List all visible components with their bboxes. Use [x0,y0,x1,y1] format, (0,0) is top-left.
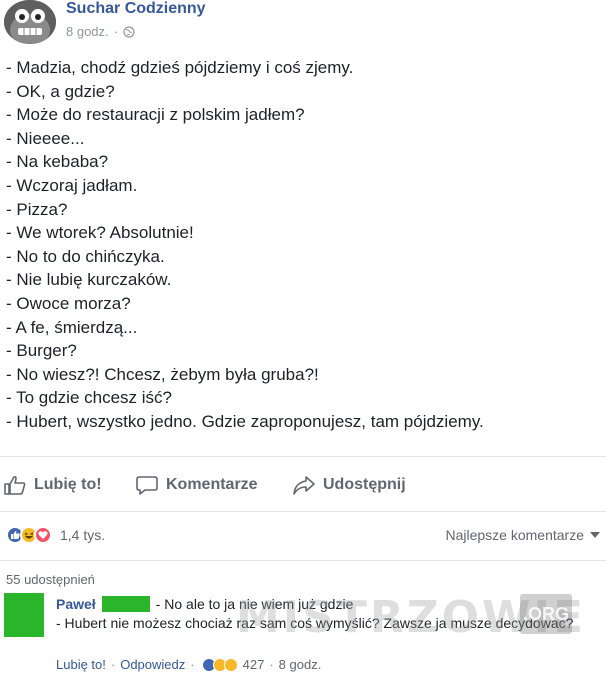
footer-separator: · [269,657,274,672]
post-line: - Wczoraj jadłam. [6,175,138,195]
post-line: - No to do chińczyka. [6,246,165,266]
post-line: - Hubert, wszystko jedno. Gdzie zapropon… [6,411,484,431]
comment-like-link[interactable]: Lubię to! [56,657,106,672]
share-count[interactable]: 55 udostępnień [6,572,95,587]
share-button[interactable]: Udostępnij [293,468,406,502]
speech-bubble-icon [136,476,158,495]
share-arrow-icon [293,476,315,495]
post-line: - OK, a gdzie? [6,81,115,101]
post-line: - To gdzie chcesz iść? [6,388,172,408]
share-label: Udostępnij [323,476,406,493]
comment-timestamp[interactable]: 8 godz. [279,657,322,672]
divider [0,511,606,512]
post-line: - Pizza? [6,199,68,219]
commenter-avatar[interactable] [4,593,44,637]
post-line: - No wiesz?! Chcesz, żebym była gruba?! [6,364,319,384]
comment-label: Komentarze [166,476,258,493]
post-timestamp[interactable]: 8 godz. [66,24,109,39]
post-line: - Burger? [6,341,77,361]
divider [0,456,606,457]
comment-reaction-icons[interactable] [201,657,238,672]
love-reaction-icon [34,526,52,544]
watermark-badge: .ORG [520,594,572,634]
sort-label: Najlepsze komentarze [445,527,584,543]
page-name-link[interactable]: Suchar Codzienny [66,0,206,18]
post-line: - A fe, śmierdzą... [6,317,138,337]
comment-reply-link[interactable]: Odpowiedz [120,657,185,672]
footer-separator: · [190,657,195,672]
post-header: Suchar Codzienny 8 godz. · [4,0,206,48]
post-text: - Madzia, chodź gdzieś pójdziemy i coś z… [6,56,484,434]
comment-author[interactable]: Paweł [56,596,96,612]
thumbs-up-icon [4,475,26,495]
comment-sort-dropdown[interactable]: Najlepsze komentarze [445,527,600,543]
post-line: - Na kebaba? [6,152,109,172]
comment-reaction-count: 427 [242,657,265,672]
post-actions: Lubię to! Komentarze Udostępnij [0,468,606,502]
sad-reaction-icon [223,657,238,672]
post-line: - Nieeee... [6,128,85,148]
redacted-surname [101,596,150,612]
reactions-row: 1,4 tys. Najlepsze komentarze [6,524,600,546]
like-label: Lubię to! [34,476,102,493]
divider [0,560,606,561]
footer-separator: · [110,657,116,672]
post-line: - Nie lubię kurczaków. [6,270,172,290]
post-line: - We wtorek? Absolutnie! [6,223,194,243]
globe-icon [123,25,135,38]
reaction-icons[interactable] [6,526,52,544]
caret-down-icon [590,532,600,538]
post-line: - Może do restauracji z polskim jadłem? [6,105,305,125]
post-line: - Owoce morza? [6,293,131,313]
post-line: - Madzia, chodź gdzieś pójdziemy i coś z… [6,58,354,77]
avatar-mascot-icon [4,0,56,44]
facebook-post: Suchar Codzienny 8 godz. · - Madzia, cho… [0,0,606,683]
comment-footer: Lubię to! · Odpowiedz · 427 · 8 godz. [56,657,321,672]
reaction-count[interactable]: 1,4 tys. [60,527,105,543]
meta-separator: · [113,24,118,39]
comment-button[interactable]: Komentarze [136,468,258,502]
page-avatar[interactable] [4,0,56,44]
like-button[interactable]: Lubię to! [4,468,102,502]
